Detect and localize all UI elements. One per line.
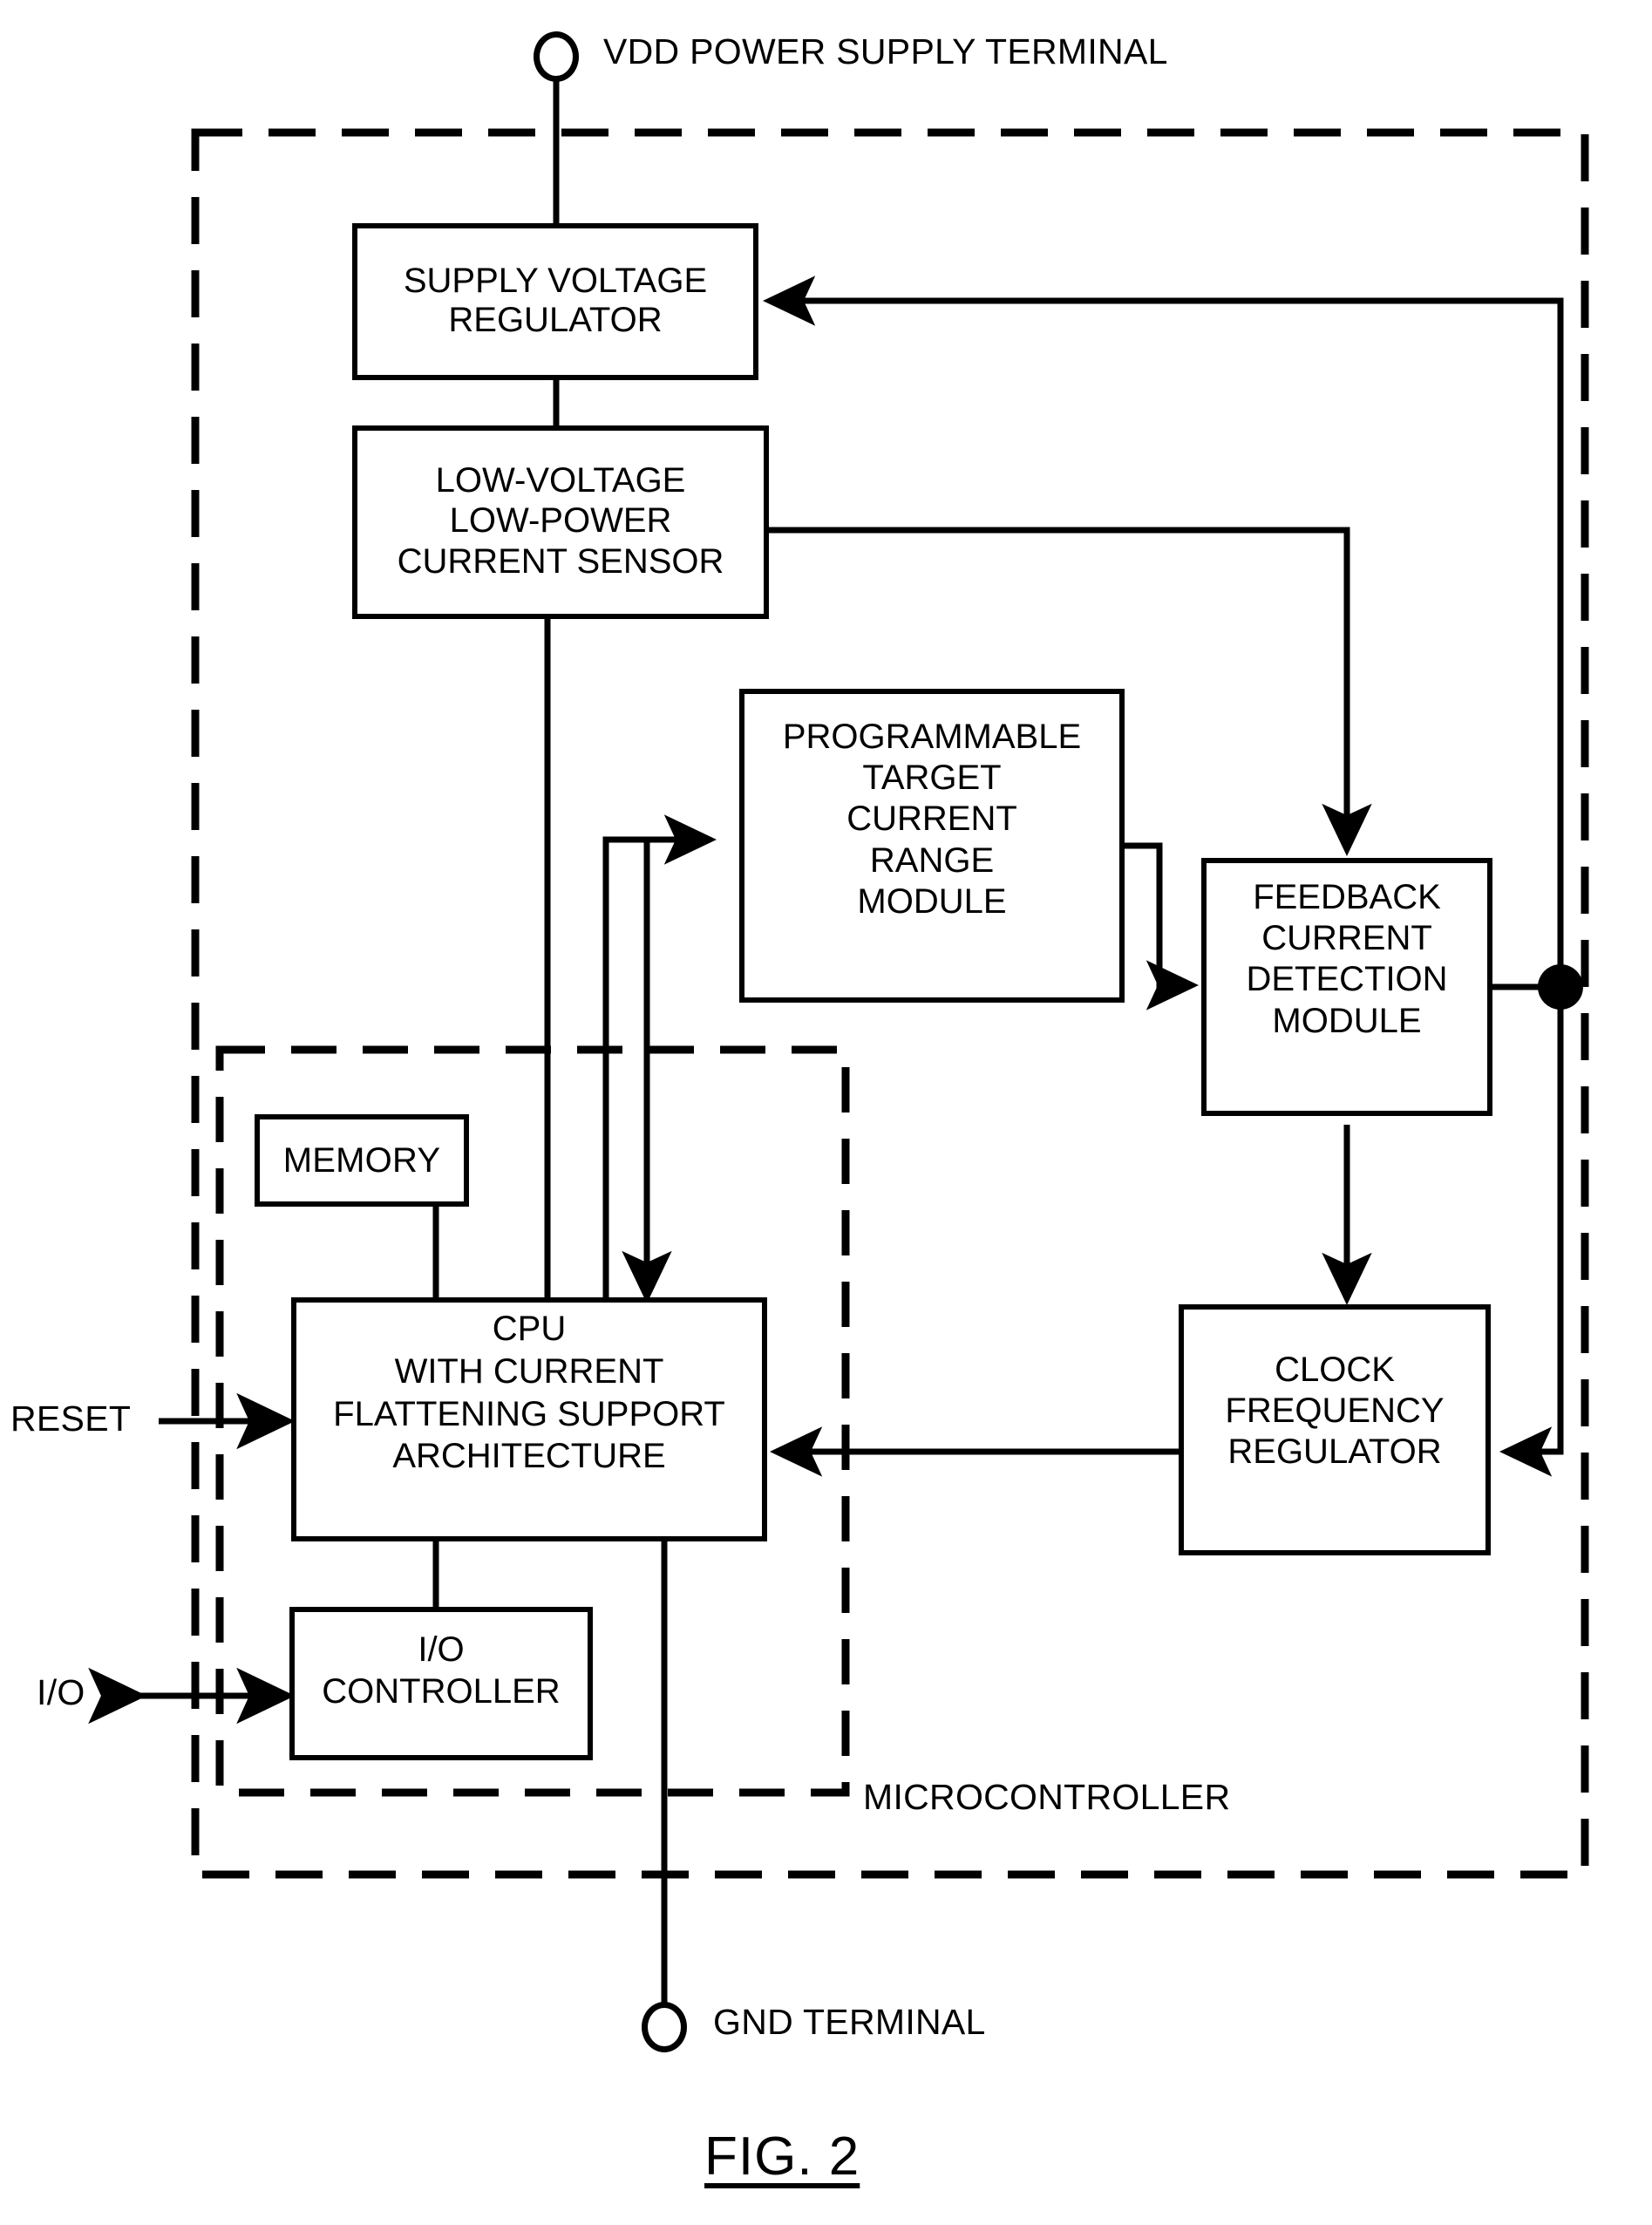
ptcrm-line-5: MODULE [857, 881, 1007, 921]
wire-ptcrm-to-fcdm [1125, 842, 1200, 1010]
cpu-line-4: ARCHITECTURE [392, 1437, 666, 1476]
ptcrm-line-4: RANGE [869, 840, 995, 880]
cpu-line-3: FLATTENING SUPPORT [333, 1394, 725, 1433]
microcontroller-label: MICROCONTROLLER [863, 1777, 1231, 1817]
ptcrm-line-1: PROGRAMMABLE [782, 718, 1082, 756]
io-port-label: I/O [37, 1672, 85, 1712]
svr-line-1: SUPPLY VOLTAGE [403, 262, 708, 300]
block-target-current-range-module-text: PROGRAMMABLE TARGET CURRENT RANGE MODULE [739, 717, 1125, 922]
block-io-controller-text: I/O CONTROLLER [289, 1629, 593, 1712]
cfr-line-2: FREQUENCY [1225, 1391, 1445, 1431]
cfr-line-1: CLOCK [1275, 1351, 1395, 1389]
ptcrm-line-3: CURRENT [846, 800, 1017, 839]
vdd-terminal-symbol [534, 31, 579, 82]
sensor-line-3: CURRENT SENSOR [397, 541, 724, 581]
fcdm-line-2: CURRENT [1261, 919, 1432, 958]
ioc-line-2: CONTROLLER [322, 1672, 561, 1711]
block-current-sensor-text: LOW-VOLTAGE LOW-POWER CURRENT SENSOR [352, 460, 769, 582]
ptcrm-line-2: TARGET [862, 759, 1002, 798]
sensor-line-1: LOW-VOLTAGE [435, 461, 686, 500]
wire-ptcrm-branch-top [606, 836, 650, 1038]
ioc-line-1: I/O [418, 1630, 465, 1669]
cpu-line-2: WITH CURRENT [394, 1351, 664, 1391]
cfr-line-3: REGULATOR [1227, 1432, 1442, 1472]
cpu-line-1: CPU [492, 1310, 567, 1348]
gnd-terminal-label: GND TERMINAL [713, 2002, 986, 2042]
figure-canvas: SUPPLY VOLTAGE REGULATOR LOW-VOLTAGE LOW… [0, 0, 1652, 2225]
reset-label: RESET [10, 1398, 132, 1439]
vdd-terminal-label: VDD POWER SUPPLY TERMINAL [603, 31, 1168, 71]
fcdm-line-1: FEEDBACK [1253, 878, 1441, 916]
junction-dot [1538, 964, 1583, 1010]
fcdm-line-4: MODULE [1272, 1001, 1422, 1040]
fcdm-line-3: DETECTION [1246, 960, 1448, 999]
svr-line-2: REGULATOR [448, 300, 663, 339]
block-clock-frequency-regulator-text: CLOCK FREQUENCY REGULATOR [1179, 1350, 1491, 1473]
figure-caption: FIG. 2 [704, 2126, 860, 2187]
wire-junction-to-cfr [1499, 987, 1564, 1477]
wire-cpu-to-ptcrm [602, 814, 717, 1301]
block-supply-voltage-regulator-text: SUPPLY VOLTAGE REGULATOR [352, 262, 758, 340]
block-feedback-current-detection-module-text: FEEDBACK CURRENT DETECTION MODULE [1201, 877, 1492, 1042]
memory-line-1: MEMORY [282, 1141, 441, 1180]
gnd-terminal-symbol [642, 2002, 687, 2052]
block-memory[interactable]: MEMORY [255, 1114, 469, 1207]
block-cpu-text: CPU WITH CURRENT FLATTENING SUPPORT ARCH… [291, 1308, 767, 1478]
sensor-line-2: LOW-POWER [449, 501, 672, 541]
